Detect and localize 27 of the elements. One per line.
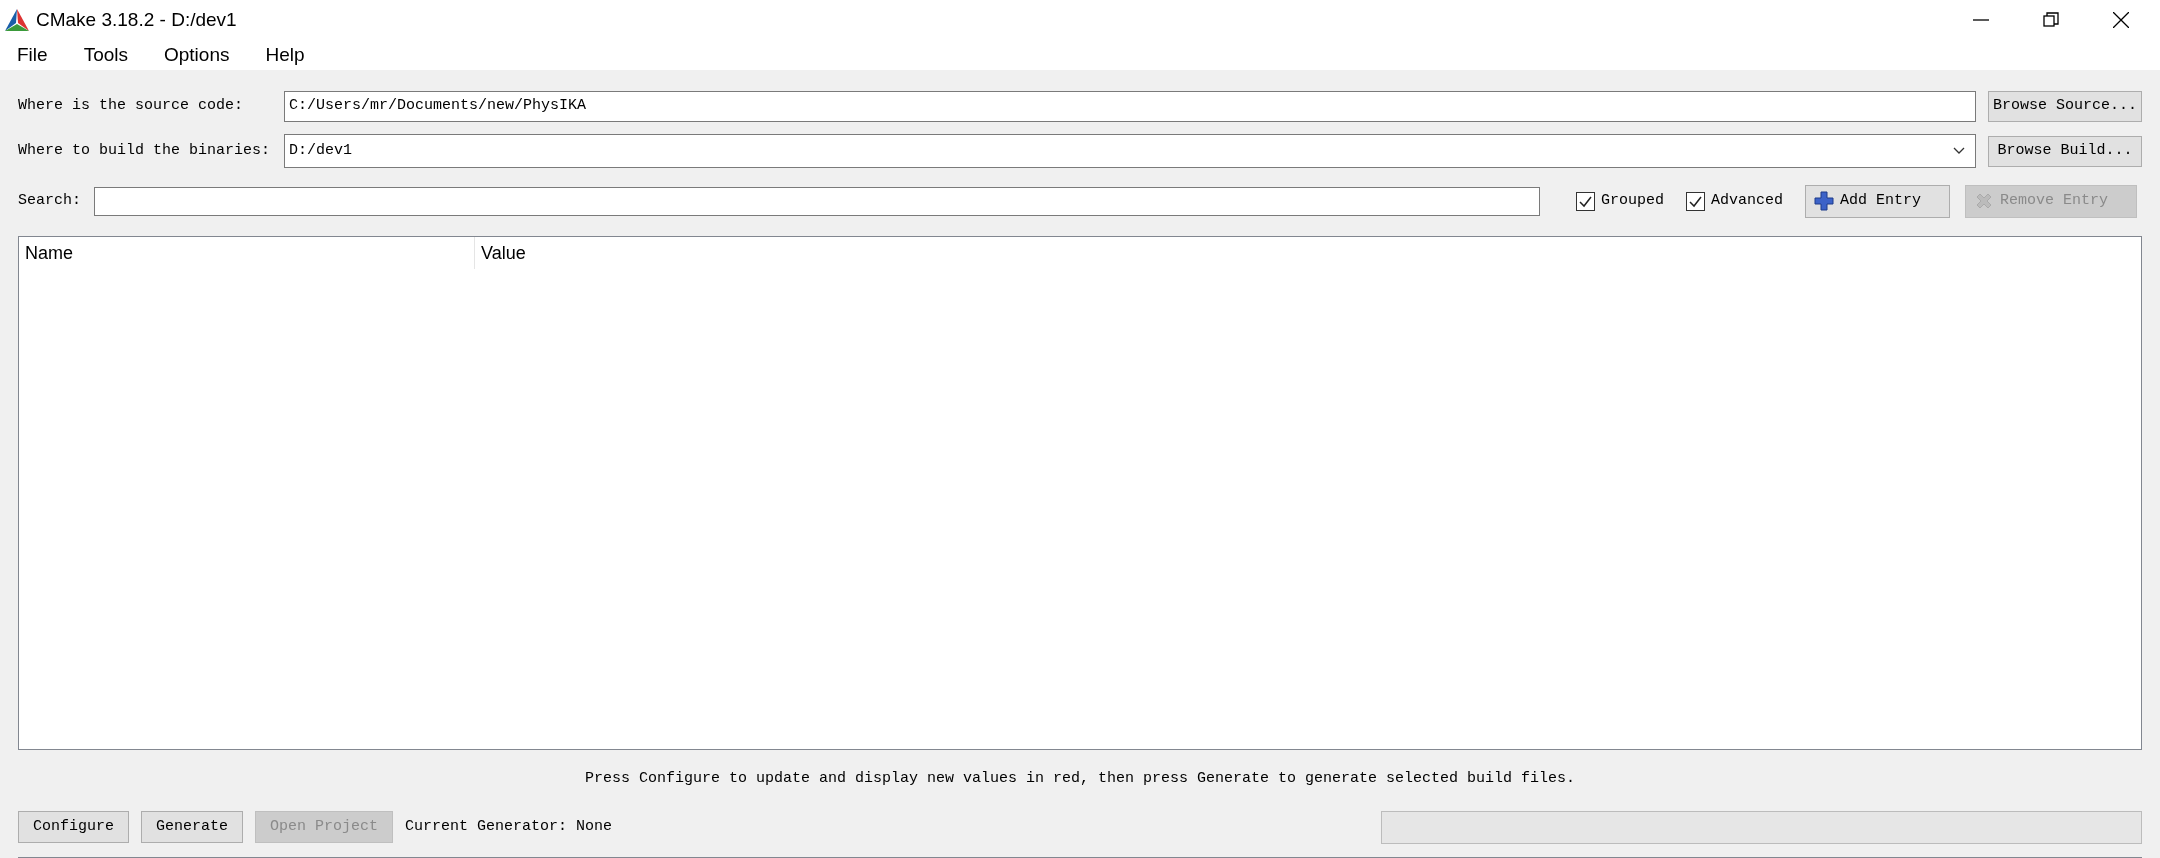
window-title: CMake 3.18.2 - D:/dev1: [36, 7, 237, 32]
build-label: Where to build the binaries:: [18, 140, 272, 161]
source-label: Where is the source code:: [18, 95, 245, 116]
plus-icon: [1814, 191, 1835, 211]
menu-item[interactable]: Tools: [72, 40, 139, 70]
action-button[interactable]: Configure: [18, 811, 129, 843]
search-label: Search:: [18, 190, 82, 211]
column-header[interactable]: Value: [475, 239, 2141, 267]
browse-source-button[interactable]: Browse Source...: [1988, 90, 2142, 122]
search-field[interactable]: [94, 186, 1540, 216]
dropdown-caret-icon: [1953, 147, 1965, 155]
action-button[interactable]: Generate: [141, 811, 244, 843]
browse-build-button[interactable]: Browse Build...: [1988, 135, 2142, 167]
menu-item[interactable]: Options: [153, 40, 241, 70]
option-checkbox[interactable]: Advanced: [1686, 189, 1784, 213]
column-header[interactable]: Name: [19, 237, 475, 269]
restore-icon[interactable]: [2043, 12, 2059, 28]
menu-item[interactable]: Help: [254, 40, 316, 70]
option-checkbox[interactable]: Grouped: [1576, 189, 1664, 213]
status-message: Press Configure to update and display new values in red, then press Generate to generate selected build files.: [584, 768, 1576, 789]
source-field[interactable]: C:/Users/mr/Documents/new/PhysIKA: [284, 90, 1976, 122]
close-icon[interactable]: [2113, 12, 2129, 28]
app-logo-icon: [4, 8, 30, 32]
current-generator-label: Current Generator: None: [405, 816, 613, 837]
build-combo[interactable]: D:/dev1: [284, 134, 1976, 168]
menu-item[interactable]: File: [6, 40, 59, 70]
add-entry-button[interactable]: Add Entry: [1805, 184, 1951, 218]
